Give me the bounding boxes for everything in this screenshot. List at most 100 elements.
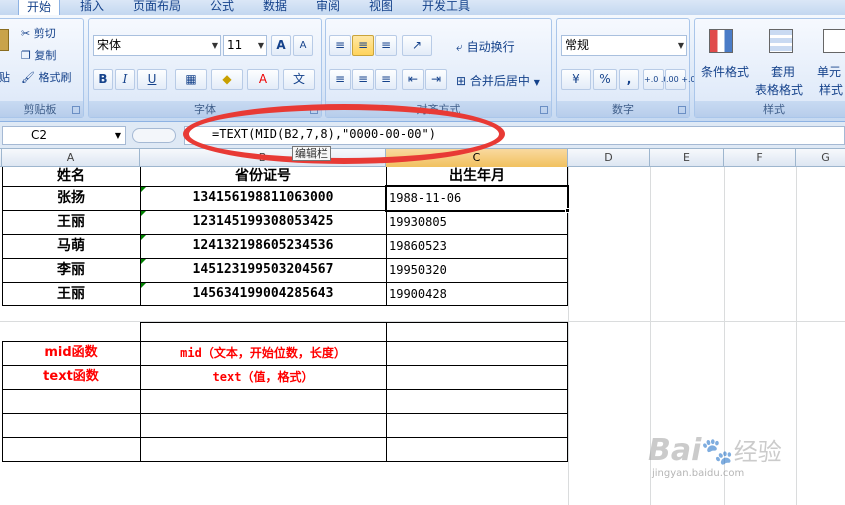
row-5-name[interactable]: 王丽 [2,283,140,305]
table-format-button-line2[interactable]: 表格格式 [755,81,803,98]
alignment-launcher-icon[interactable] [540,106,548,114]
row-2-name[interactable]: 王丽 [2,211,140,233]
header-name[interactable]: 姓名 [2,165,140,187]
increase-indent-button[interactable]: ⇥ [425,69,447,90]
tab-home[interactable]: 开始 [18,0,61,15]
row-5-birth[interactable]: 19900428 [389,283,447,305]
column-header-e[interactable]: E [650,149,724,167]
paste-label[interactable]: 贴 [0,69,10,85]
cell-style-button-line2[interactable]: 样式 [819,81,843,98]
wrap-text-button[interactable]: ⤶ 自动换行 [456,38,515,55]
tab-view[interactable]: 视图 [369,0,393,15]
error-indicator-icon[interactable] [141,259,146,264]
decrease-indent-button[interactable]: ⇤ [402,69,424,90]
bold-button[interactable]: B [93,69,113,90]
grow-font-button[interactable]: A [271,35,291,56]
error-indicator-icon[interactable] [141,187,146,192]
paw-icon: 🐾 [701,437,734,467]
align-bottom-button[interactable]: ≡ [375,35,397,56]
conditional-format-button[interactable]: 条件格式 [701,63,749,80]
row-3-birth[interactable]: 19860523 [389,235,447,257]
format-painter-button[interactable]: 🖌 格式刷 [21,69,71,85]
row-2-birth[interactable]: 19930805 [389,211,447,233]
orientation-icon: ↗ [411,38,423,52]
note-text-label[interactable]: text函数 [2,366,140,388]
brush-icon: 🖌 [21,71,35,84]
row-1-id[interactable]: 134156198811063000 [140,187,386,209]
note-mid-label[interactable]: mid函数 [2,342,140,364]
table-format-button-line1[interactable]: 套用 [771,63,795,80]
borders-button[interactable]: ▦ [175,69,207,90]
align-bottom-icon: ≡ [380,38,392,52]
watermark-brand: Bai [648,433,702,468]
orientation-button[interactable]: ↗ [402,35,432,56]
shrink-font-button[interactable]: A [293,35,313,56]
align-center-icon: ≡ [357,72,369,86]
error-indicator-icon[interactable] [141,283,146,288]
decrease-decimal-button[interactable]: .00 +.0 [665,69,696,90]
row-4-name[interactable]: 李丽 [2,259,140,281]
tab-review[interactable]: 审阅 [316,0,340,15]
row-3-name[interactable]: 马萌 [2,235,140,257]
note-text-desc[interactable]: text（值，格式） [140,366,386,388]
align-top-button[interactable]: ≡ [329,35,351,56]
italic-button[interactable]: I [115,69,135,90]
percent-button[interactable]: % [593,69,617,90]
merge-icon: ⊞ [456,74,467,88]
fill-handle[interactable] [565,208,570,213]
cell-style-button-line1[interactable]: 单元 [817,63,841,80]
outdent-icon: ⇤ [407,72,419,86]
underline-button[interactable]: U [137,69,167,90]
tab-developer[interactable]: 开发工具 [422,0,470,15]
baidu-watermark: Bai🐾经验 jingyan.baidu.com [648,432,782,479]
tab-formulas[interactable]: 公式 [210,0,234,15]
number-group: 常规 ▼ ¥ % , +.0 .00 .00 +.0 数字 [556,18,696,118]
column-header-d[interactable]: D [568,149,650,167]
align-middle-button[interactable]: ≡ [352,35,374,56]
column-header-f[interactable]: F [724,149,796,167]
currency-button[interactable]: ¥ [561,69,591,90]
wrap-icon: ⤶ [456,40,463,54]
row-3-id[interactable]: 124132198605234536 [140,235,386,257]
fill-color-button[interactable]: ◆ [211,69,243,90]
font-name-select[interactable]: 宋体 ▼ [93,35,221,56]
font-size-select[interactable]: 11 ▼ [223,35,267,56]
cut-button[interactable]: ✂ 剪切 [21,25,56,41]
number-launcher-icon[interactable] [678,106,686,114]
error-indicator-icon[interactable] [141,235,146,240]
align-left-button[interactable]: ≡ [329,69,351,90]
merge-center-button[interactable]: ⊞ 合并后居中 ▼ [456,72,540,89]
alignment-group: ≡ ≡ ≡ ↗ ≡ ≡ ≡ ⇤ ⇥ ⤶ 自动换行 ⊞ 合并后居中 ▼ 对齐方式 [325,18,552,118]
number-group-label: 数字 [557,101,689,117]
align-right-button[interactable]: ≡ [375,69,397,90]
formula-bar-controls[interactable] [132,128,176,143]
active-cell-c2[interactable] [385,185,569,212]
row-1-name[interactable]: 张扬 [2,187,140,209]
cell-style-icon [823,29,845,53]
column-header-g[interactable]: G [796,149,845,167]
header-id[interactable]: 省份证号 [140,165,386,187]
number-format-select[interactable]: 常规 ▼ [561,35,687,56]
increase-decimal-button[interactable]: +.0 .00 [643,69,674,90]
tab-insert[interactable]: 插入 [80,0,104,15]
header-birth[interactable]: 出生年月 [386,165,568,187]
font-color-button[interactable]: A [247,69,279,90]
align-middle-icon: ≡ [357,38,369,52]
paint-bucket-icon: ◆ [222,72,232,86]
copy-button[interactable]: ❐ 复制 [21,47,56,63]
row-5-id[interactable]: 145634199004285643 [140,283,386,305]
name-box[interactable]: C2 ▼ [2,126,126,145]
note-mid-desc[interactable]: mid（文本，开始位数，长度） [140,342,386,364]
chevron-down-icon: ▼ [533,78,540,87]
clipboard-launcher-icon[interactable] [72,106,80,114]
tab-page-layout[interactable]: 页面布局 [133,0,181,15]
tab-data[interactable]: 数据 [263,0,287,15]
row-4-birth[interactable]: 19950320 [389,259,447,281]
styles-group: 条件格式 套用 表格格式 单元 样式 样式 [694,18,845,118]
error-indicator-icon[interactable] [141,211,146,216]
row-4-id[interactable]: 145123199503204567 [140,259,386,281]
comma-button[interactable]: , [619,69,639,90]
row-2-id[interactable]: 123145199308053425 [140,211,386,233]
phonetic-button[interactable]: 文 [283,69,315,90]
align-center-button[interactable]: ≡ [352,69,374,90]
